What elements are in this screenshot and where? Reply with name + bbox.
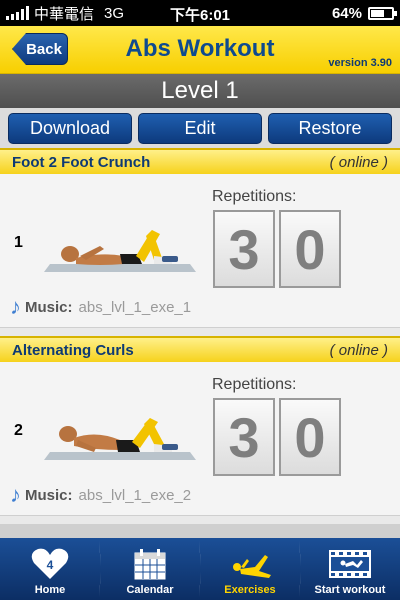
music-note-icon: ♪ — [10, 482, 21, 507]
crunch-exercise-illustration — [44, 230, 196, 272]
repetitions-digit[interactable]: 3 — [213, 210, 275, 288]
tab-exercises[interactable]: Exercises — [200, 538, 300, 600]
status-bar: 中華電信 3G 下午6:01 64% — [0, 0, 400, 26]
repetitions-label: Repetitions: — [212, 188, 297, 205]
level-title: Level 1 — [0, 74, 400, 108]
music-value: abs_lvl_1_exe_1 — [78, 298, 192, 316]
exercise-status: ( online ) — [329, 153, 388, 171]
exercise-number: 2 — [14, 422, 23, 439]
music-row[interactable]: ♪ Music: abs_lvl_1_exe_1 — [10, 294, 191, 320]
action-toolbar: Download Edit Restore — [0, 108, 400, 148]
tab-label: Home — [34, 584, 66, 596]
music-value: abs_lvl_1_exe_2 — [78, 486, 192, 504]
nav-header: Back Abs Workout version 3.90 — [0, 26, 400, 74]
carrier-name: 中華電信 — [34, 5, 95, 23]
music-label: Music: — [25, 486, 73, 504]
music-row[interactable]: ♪ Music: abs_lvl_1_exe_2 — [10, 482, 191, 508]
tab-calendar[interactable]: Calendar — [100, 538, 200, 600]
start-workout-icon — [326, 546, 374, 582]
exercise-card[interactable]: Foot 2 Foot Crunch ( online ) 1 Repetiti… — [0, 148, 400, 328]
exercise-header: Alternating Curls ( online ) — [0, 336, 400, 362]
svg-text:4: 4 — [47, 558, 54, 572]
download-button[interactable]: Download — [8, 112, 132, 144]
exercise-status: ( online ) — [329, 341, 388, 359]
repetitions-label: Repetitions: — [212, 376, 297, 393]
battery-percentage: 64% — [331, 4, 362, 22]
repetitions-digit[interactable]: 0 — [279, 398, 341, 476]
tab-start-workout[interactable]: Start workout — [300, 538, 400, 600]
calendar-icon — [126, 546, 174, 582]
exercise-name: Alternating Curls — [12, 341, 134, 359]
edit-button[interactable]: Edit — [138, 112, 262, 144]
back-button[interactable]: Back — [12, 33, 68, 65]
tab-label: Calendar — [126, 584, 174, 596]
curl-exercise-illustration — [44, 418, 196, 460]
exercise-header: Foot 2 Foot Crunch ( online ) — [0, 148, 400, 174]
exercise-number: 1 — [14, 234, 23, 251]
music-note-icon: ♪ — [10, 294, 21, 319]
home-logo-icon: 4 — [26, 546, 74, 582]
exercise-icon — [226, 546, 274, 582]
next-exercise-header-partial — [0, 524, 400, 538]
repetitions-digit[interactable]: 3 — [213, 398, 275, 476]
tab-home[interactable]: 4 Home — [0, 538, 100, 600]
exercise-name: Foot 2 Foot Crunch — [12, 153, 151, 171]
restore-button[interactable]: Restore — [268, 112, 392, 144]
tab-label: Exercises — [224, 584, 276, 596]
music-label: Music: — [25, 298, 73, 316]
exercise-card[interactable]: Alternating Curls ( online ) 2 Repetitio… — [0, 336, 400, 516]
signal-strength-icon — [6, 6, 29, 20]
repetitions-digit[interactable]: 0 — [279, 210, 341, 288]
tab-label: Start workout — [314, 584, 386, 596]
network-type: 3G — [104, 4, 125, 22]
battery-icon — [368, 6, 397, 20]
tab-bar: 4 Home Calendar Exercises Start workout — [0, 538, 400, 600]
version-label: version 3.90 — [328, 57, 392, 69]
